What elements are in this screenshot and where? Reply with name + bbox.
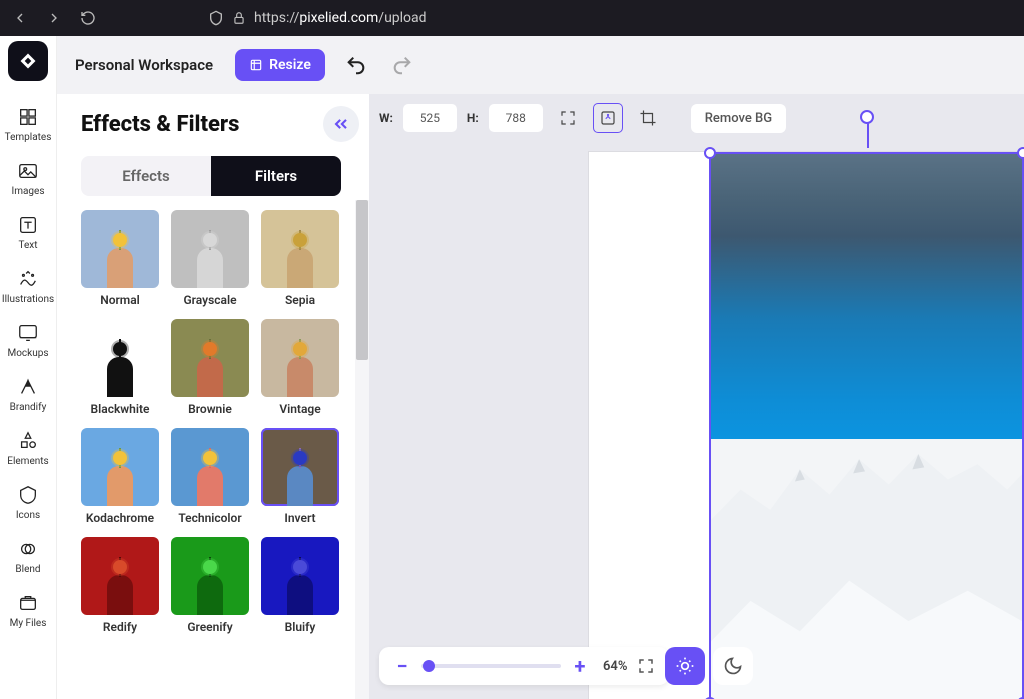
workspace-name: Personal Workspace (75, 56, 213, 74)
height-input[interactable] (489, 104, 543, 132)
filter-grayscale[interactable]: Grayscale (171, 210, 249, 307)
icons-icon (17, 484, 39, 506)
filter-technicolor[interactable]: Technicolor (171, 428, 249, 525)
chevron-double-left-icon (331, 114, 351, 134)
top-bar: Personal Workspace Resize (57, 36, 1024, 94)
myfiles-icon (17, 592, 39, 614)
templates-icon (17, 106, 39, 128)
undo-button[interactable] (341, 50, 371, 80)
panel-title: Effects & Filters (81, 112, 239, 137)
panel-tabs: Effects Filters (81, 156, 341, 196)
tab-filters[interactable]: Filters (211, 156, 341, 196)
nav-reload-button[interactable] (74, 4, 102, 32)
mockups-icon (17, 322, 39, 344)
url-text: https://pixelied.com/upload (254, 10, 427, 26)
canvas-area[interactable]: W: H: Image Effects & Filters Remove BG (369, 94, 1024, 699)
resize-handle-tr[interactable] (1017, 147, 1024, 159)
zoom-in-button[interactable]: + (571, 654, 589, 678)
light-mode-button[interactable] (665, 647, 705, 685)
rail-icons[interactable]: Icons (2, 475, 54, 529)
filter-kodachrome[interactable]: Kodachrome (81, 428, 159, 525)
elements-icon (17, 430, 39, 452)
rail-myfiles[interactable]: My Files (2, 583, 54, 637)
rail-brandify[interactable]: Brandify (2, 367, 54, 421)
filter-brownie[interactable]: Brownie (171, 319, 249, 416)
scroll-handle[interactable] (356, 200, 368, 360)
filter-blackwhite[interactable]: Blackwhite (81, 319, 159, 416)
resize-icon (249, 58, 263, 72)
address-bar[interactable]: https://pixelied.com/upload (208, 10, 1018, 26)
fullscreen-icon[interactable] (637, 657, 655, 675)
brandify-icon (17, 376, 39, 398)
images-icon (17, 160, 39, 182)
zoom-value: 64% (603, 659, 627, 674)
filter-redify[interactable]: Redify (81, 537, 159, 634)
left-rail: TemplatesImagesTextIllustrationsMockupsB… (0, 36, 57, 699)
browser-chrome: https://pixelied.com/upload (0, 0, 1024, 36)
canvas-toolbar: W: H: Image Effects & Filters Remove BG (379, 100, 1014, 136)
text-icon (17, 214, 39, 236)
shield-icon (208, 10, 224, 26)
nav-forward-button[interactable] (40, 4, 68, 32)
effects-filters-panel: Effects & Filters Effects Filters Normal… (57, 94, 369, 699)
height-label: H: (467, 111, 479, 125)
lock-icon (232, 11, 246, 25)
collapse-panel-button[interactable] (323, 106, 359, 142)
zoom-slider-knob[interactable] (423, 660, 435, 672)
nav-back-button[interactable] (6, 4, 34, 32)
app-logo[interactable] (8, 41, 48, 81)
fit-to-screen-button[interactable] (553, 103, 583, 133)
rail-images[interactable]: Images (2, 151, 54, 205)
width-label: W: (379, 111, 393, 125)
selected-image[interactable] (709, 152, 1024, 699)
zoom-slider[interactable] (421, 664, 561, 668)
panel-scrollbar[interactable]: ▾ (355, 200, 369, 699)
rail-mockups[interactable]: Mockups (2, 313, 54, 367)
redo-button[interactable] (387, 50, 417, 80)
filter-bluify[interactable]: Bluify (261, 537, 339, 634)
resize-button[interactable]: Resize (235, 49, 325, 81)
filter-vintage[interactable]: Vintage (261, 319, 339, 416)
moon-icon (723, 656, 743, 676)
rail-elements[interactable]: Elements (2, 421, 54, 475)
filter-invert[interactable]: Invert (261, 428, 339, 525)
rail-blend[interactable]: Blend (2, 529, 54, 583)
zoom-out-button[interactable]: − (393, 654, 411, 678)
filter-grid: NormalGrayscaleSepia BlackwhiteBrownieVin… (81, 210, 359, 654)
zoom-bar: − + 64% (379, 647, 669, 685)
resize-handle-tl[interactable] (704, 147, 716, 159)
rail-illustrations[interactable]: Illustrations (2, 259, 54, 313)
illustrations-icon (17, 268, 39, 290)
crop-button[interactable] (633, 103, 663, 133)
rail-templates[interactable]: Templates (2, 97, 54, 151)
rail-text[interactable]: Text (2, 205, 54, 259)
filter-sepia[interactable]: Sepia (261, 210, 339, 307)
dark-mode-button[interactable] (713, 647, 753, 685)
filter-normal[interactable]: Normal (81, 210, 159, 307)
theme-toggle (665, 647, 753, 685)
remove-bg-button[interactable]: Remove BG (691, 104, 786, 133)
width-input[interactable] (403, 104, 457, 132)
effects-filters-button[interactable] (593, 103, 623, 133)
sun-icon (675, 656, 695, 676)
filter-greenify[interactable]: Greenify (171, 537, 249, 634)
tab-effects[interactable]: Effects (81, 156, 211, 196)
image-content (711, 154, 1022, 699)
blend-icon (17, 538, 39, 560)
